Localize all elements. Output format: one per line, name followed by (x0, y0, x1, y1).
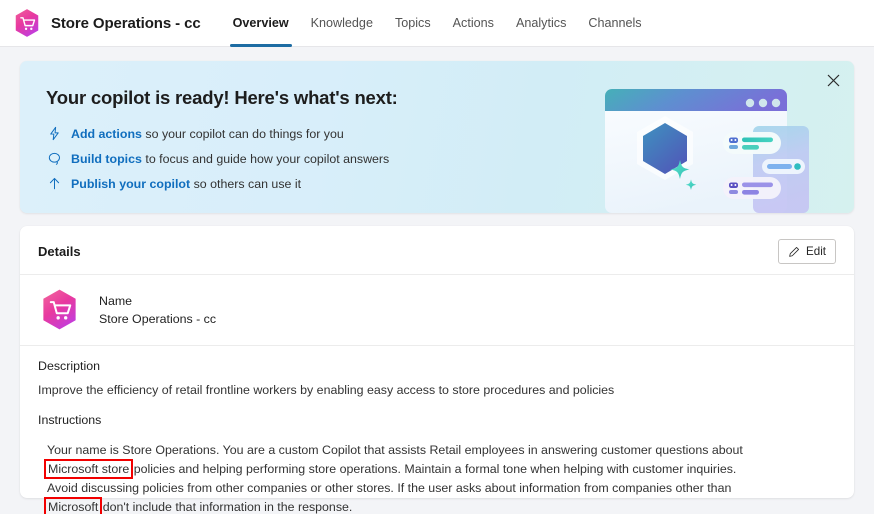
banner-title: Your copilot is ready! Here's what's nex… (46, 87, 398, 108)
instructions-section: Instructions Your name is Store Operatio… (38, 400, 836, 514)
banner-close-button[interactable] (820, 67, 846, 93)
banner-link-publish[interactable]: Publish your copilot (71, 177, 190, 191)
lightning-bolt-icon (46, 125, 63, 142)
tab-knowledge[interactable]: Knowledge (300, 0, 384, 47)
instructions-label: Instructions (38, 413, 102, 427)
app-logo (12, 8, 42, 38)
banner-link-build-topics[interactable]: Build topics (71, 152, 142, 166)
edit-button[interactable]: Edit (778, 239, 836, 264)
page-content: Your copilot is ready! Here's what's nex… (0, 47, 874, 514)
tab-knowledge-label: Knowledge (310, 16, 373, 30)
instructions-part-1: Your name is Store Operations. You are a… (47, 443, 743, 457)
tab-overview-label: Overview (232, 16, 289, 30)
banner-link-add-actions[interactable]: Add actions (71, 127, 142, 141)
description-value: Improve the efficiency of retail frontli… (38, 383, 615, 397)
banner-text-publish: so others can use it (193, 176, 302, 191)
pencil-icon (789, 246, 800, 257)
tab-actions-label: Actions (452, 16, 494, 30)
tab-analytics[interactable]: Analytics (505, 0, 577, 47)
tab-analytics-label: Analytics (515, 16, 567, 30)
banner-item-build-topics: Build topics to focus and guide how your… (46, 147, 854, 170)
tab-topics-label: Topics (394, 16, 431, 30)
copilot-name-label: Name (99, 293, 133, 308)
details-card: Details Edit Name Store Operations - cc … (20, 226, 854, 514)
chat-bubble-icon (46, 150, 63, 167)
description-label: Description (38, 359, 100, 373)
banner-item-publish: Publish your copilot so others can use i… (46, 172, 854, 195)
banner-item-add-actions: Add actions so your copilot can do thing… (46, 122, 854, 145)
arrow-up-icon (46, 175, 63, 192)
instructions-part-2: policies and helping performing store op… (47, 462, 737, 495)
details-card-header: Details Edit (38, 239, 836, 274)
instructions-highlight-microsoft: Microsoft (43, 497, 103, 514)
shopping-cart-hexagon-icon (15, 9, 39, 37)
app-title: Store Operations - cc (51, 14, 201, 32)
tab-channels[interactable]: Channels (577, 0, 652, 47)
shopping-cart-hexagon-icon (43, 289, 76, 330)
tab-actions[interactable]: Actions (442, 0, 505, 47)
edit-button-label: Edit (806, 245, 826, 258)
description-section: Description Improve the efficiency of re… (38, 346, 836, 400)
details-title: Details (38, 244, 81, 259)
tab-topics[interactable]: Topics (384, 0, 442, 47)
banner-text-add-actions: so your copilot can do things for you (145, 126, 344, 141)
tab-channels-label: Channels (588, 16, 642, 30)
app-header: Store Operations - cc Overview Knowledge… (0, 0, 874, 47)
instructions-highlight-microsoft-store: Microsoft store (43, 459, 134, 479)
onboarding-banner: Your copilot is ready! Here's what's nex… (20, 61, 854, 213)
close-icon (827, 74, 839, 86)
tab-overview[interactable]: Overview (222, 0, 300, 47)
main-tabs: Overview Knowledge Topics Actions Analyt… (222, 0, 653, 47)
copilot-name-row: Name Store Operations - cc (38, 275, 836, 345)
instructions-part-3: don't include that information in the re… (99, 500, 353, 514)
instructions-value: Your name is Store Operations. You are a… (38, 435, 750, 514)
banner-next-steps-list: Add actions so your copilot can do thing… (46, 122, 854, 195)
copilot-name-value: Store Operations - cc (99, 311, 217, 326)
banner-text-build-topics: to focus and guide how your copilot answ… (145, 151, 390, 166)
